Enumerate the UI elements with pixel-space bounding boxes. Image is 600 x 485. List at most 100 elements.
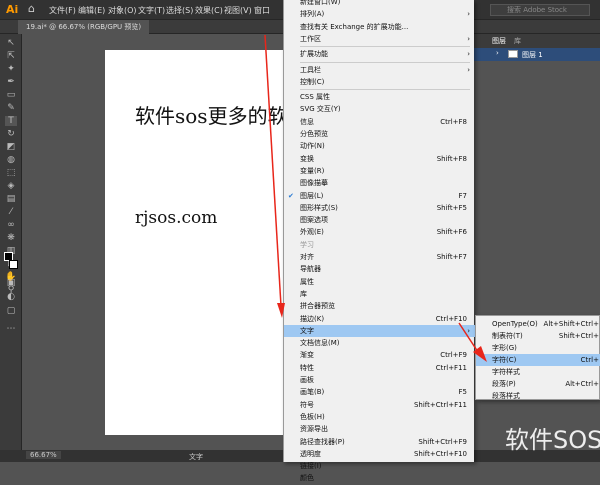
window-menu-item[interactable]: 工具栏 › — [284, 64, 475, 76]
window-menu-item[interactable]: 库 — [284, 288, 475, 300]
menu-item-label: 图像描摹 — [300, 179, 328, 188]
menu-item-shortcut: F7 — [458, 191, 467, 200]
color-mode-icon[interactable]: ▣ — [5, 278, 17, 288]
menu-object[interactable]: 对象(O) — [108, 5, 137, 16]
window-menu-item[interactable]: 文字 › — [284, 324, 475, 338]
type-tool-icon[interactable]: T — [5, 116, 17, 126]
type-submenu-item[interactable]: 字符(C) Ctrl+ — [476, 354, 600, 366]
menu-item-label: 学习 — [300, 240, 314, 249]
menu-item-label: 动作(N) — [300, 142, 325, 151]
eyedropper-tool-icon[interactable]: ⁄ — [5, 207, 17, 217]
document-tab[interactable]: 19.ai* @ 66.67% (RGB/GPU 预览) — [18, 20, 150, 34]
window-menu-item[interactable]: 路径查找器(P) Shift+Ctrl+F9 — [284, 436, 475, 448]
stroke-color-swatch[interactable] — [9, 260, 18, 269]
window-menu-item[interactable]: 工作区 › — [284, 33, 475, 45]
pencil-tool-icon[interactable]: ✎ — [5, 103, 17, 113]
canvas-heading-text[interactable]: 软件sos更多的软件 — [135, 100, 308, 129]
more-tools-icon[interactable]: ⋯ — [5, 324, 17, 334]
type-submenu-item[interactable]: 制表符(T) Shift+Ctrl+ — [476, 330, 600, 342]
window-menu-item[interactable]: 变换 Shift+F8 — [284, 153, 475, 165]
canvas-url-text[interactable]: rjsos.com — [135, 208, 217, 228]
window-menu-item[interactable]: CSS 属性 — [284, 91, 475, 103]
menu-separator — [300, 61, 470, 63]
window-menu-item[interactable]: SVG 交互(Y) — [284, 103, 475, 115]
window-menu-item[interactable]: ✔ 图层(L) F7 — [284, 190, 475, 202]
drawing-mode-icon[interactable]: ◐ — [5, 292, 17, 302]
window-menu-item[interactable]: 信息 Ctrl+F8 — [284, 116, 475, 128]
window-menu-item[interactable]: 动作(N) — [284, 140, 475, 152]
tab-layers[interactable]: 图层 — [492, 36, 506, 46]
window-menu-item[interactable]: 查找有关 Exchange 的扩展功能... — [284, 21, 475, 33]
screen-mode-icon[interactable]: ▢ — [5, 306, 17, 316]
menu-item-label: 文字 — [300, 326, 314, 335]
menu-item-label: 资源导出 — [300, 425, 328, 434]
type-submenu-item[interactable]: 字符样式 — [476, 366, 600, 378]
window-menu-item[interactable]: 描边(K) Ctrl+F10 — [284, 313, 475, 325]
menu-item-label: 扩展功能 — [300, 50, 328, 59]
window-menu-item[interactable]: 画笔(B) F5 — [284, 386, 475, 398]
window-menu-item[interactable]: 新建窗口(W) — [284, 0, 475, 8]
tab-libraries[interactable]: 库 — [514, 36, 521, 46]
window-menu-item[interactable]: 渐变 Ctrl+F9 — [284, 349, 475, 361]
window-menu-item[interactable]: 排列(A) › — [284, 8, 475, 20]
symbol-sprayer-tool-icon[interactable]: ❋ — [5, 233, 17, 243]
menu-select[interactable]: 选择(S) — [166, 5, 193, 16]
shape-builder-tool-icon[interactable]: ◈ — [5, 181, 17, 191]
window-menu-item[interactable]: 扩展功能 › — [284, 48, 475, 60]
type-submenu-item[interactable]: OpenType(O) Alt+Shift+Ctrl+ — [476, 318, 600, 330]
app-logo: Ai — [6, 3, 19, 16]
gradient-tool-icon[interactable]: ▤ — [5, 194, 17, 204]
window-menu-item[interactable]: 控制(C) — [284, 76, 475, 88]
window-menu-item[interactable]: 导航器 — [284, 263, 475, 275]
window-menu-item[interactable]: 符号 Shift+Ctrl+F11 — [284, 399, 475, 411]
menu-item-label: 画笔(B) — [300, 388, 325, 397]
window-menu-item[interactable]: 属性 — [284, 276, 475, 288]
window-menu-item[interactable]: 画板 — [284, 374, 475, 386]
window-menu-item[interactable]: 色板(H) — [284, 411, 475, 423]
zoom-level-select[interactable]: 66.67% — [26, 451, 61, 459]
window-menu-item[interactable]: 图形样式(S) Shift+F5 — [284, 202, 475, 214]
type-submenu-item[interactable]: 段落样式 — [476, 390, 600, 402]
window-menu-item[interactable]: 对齐 Shift+F7 — [284, 251, 475, 263]
selection-tool-icon[interactable]: ↖ — [5, 38, 17, 48]
window-menu-item[interactable]: 文档信息(M) — [284, 337, 475, 349]
menu-item-label: 变量(R) — [300, 166, 325, 175]
menu-item-label: 图形样式(S) — [300, 203, 338, 212]
menu-item-label: 拼合器预览 — [300, 302, 335, 311]
type-submenu-item[interactable]: 字形(G) — [476, 342, 600, 354]
blend-tool-icon[interactable]: ∞ — [5, 220, 17, 230]
window-menu-item[interactable]: 分色预览 — [284, 128, 475, 140]
menu-view[interactable]: 视图(V) — [224, 5, 252, 16]
rectangle-tool-icon[interactable]: ▭ — [5, 90, 17, 100]
window-menu-item[interactable]: 图案选项 — [284, 214, 475, 226]
expand-chevron-icon[interactable]: › — [496, 49, 499, 57]
eraser-tool-icon[interactable]: ◩ — [5, 142, 17, 152]
menu-type[interactable]: 文字(T) — [138, 5, 165, 16]
magic-wand-tool-icon[interactable]: ✦ — [5, 64, 17, 74]
window-menu-item[interactable]: 资源导出 — [284, 423, 475, 435]
window-menu-item[interactable]: 图像描摹 — [284, 177, 475, 189]
menu-item-label: 图案选项 — [300, 216, 328, 225]
menu-file[interactable]: 文件(F) — [49, 5, 76, 16]
menu-item-shortcut: Shift+Ctrl+F10 — [413, 449, 467, 458]
warp-tool-icon[interactable]: ◍ — [5, 155, 17, 165]
type-submenu-item[interactable]: 段落(P) Alt+Ctrl+ — [476, 378, 600, 390]
window-menu-item[interactable]: 变量(R) — [284, 165, 475, 177]
window-menu-item[interactable]: 特性 Ctrl+F11 — [284, 362, 475, 374]
pen-tool-icon[interactable]: ✒ — [5, 77, 17, 87]
layer-row[interactable]: › 图层 1 — [462, 48, 600, 61]
home-icon[interactable]: ⌂ — [28, 3, 40, 15]
menu-item-label: 分色预览 — [300, 130, 328, 138]
window-menu-item[interactable]: 拼合器预览 — [284, 300, 475, 312]
window-menu-item[interactable]: 外观(E) Shift+F6 — [284, 226, 475, 238]
search-stock-input[interactable]: 搜索 Adobe Stock — [490, 4, 590, 16]
menu-edit[interactable]: 编辑(E) — [78, 5, 105, 16]
menu-item-shortcut: Shift+F8 — [436, 154, 467, 163]
direct-selection-tool-icon[interactable]: ⇱ — [5, 51, 17, 61]
menu-effect[interactable]: 效果(C) — [195, 5, 223, 16]
rotate-tool-icon[interactable]: ↻ — [5, 129, 17, 139]
free-transform-tool-icon[interactable]: ⬚ — [5, 168, 17, 178]
window-menu-item[interactable]: 颜色 — [284, 472, 475, 484]
menu-window[interactable]: 窗口 — [254, 5, 270, 16]
window-menu-item[interactable]: 透明度 Shift+Ctrl+F10 — [284, 448, 475, 460]
